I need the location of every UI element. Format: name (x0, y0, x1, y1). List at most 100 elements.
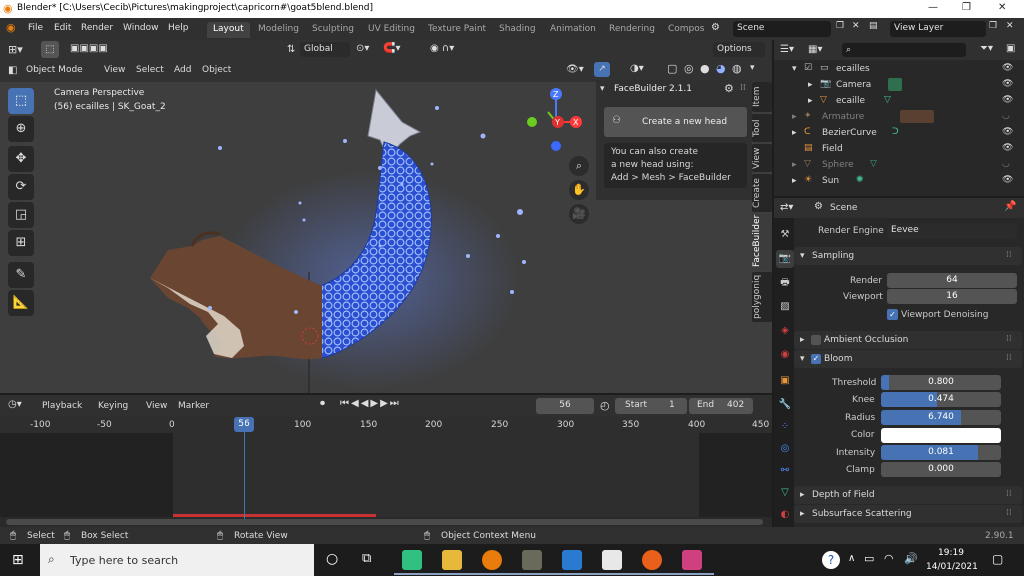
outliner-editor-icon[interactable]: ☰▾ (780, 44, 794, 55)
shading-options-icon[interactable]: ▾ (750, 63, 755, 73)
tray-chevron-icon[interactable]: ∧ (848, 553, 855, 564)
cursor-tool[interactable]: ⊕ (8, 116, 34, 142)
tab-shading[interactable]: Shading (493, 22, 542, 38)
eye-icon[interactable]: 👁 (1002, 143, 1013, 153)
sampling-panel-header[interactable]: ▾ Sampling ⁞⁞ (794, 247, 1022, 265)
tablet-icon[interactable]: ▭ (864, 552, 874, 565)
eye-icon[interactable]: 👁 (1002, 79, 1013, 89)
new-collection-icon[interactable]: ▣ (1006, 43, 1015, 54)
clamp-field[interactable]: 0.000 (881, 462, 1001, 477)
sidebar-tab-view[interactable]: View (752, 144, 772, 172)
panel-collapse-icon[interactable]: ▾ (600, 84, 605, 94)
options-dropdown[interactable]: Options (713, 42, 765, 57)
task-view-icon[interactable]: ⧉ (362, 551, 371, 566)
expand-icon[interactable]: ▾ (792, 64, 797, 74)
delete-scene-icon[interactable]: ✕ (852, 21, 860, 31)
pivot-point-icon[interactable]: ⊙▾ (356, 43, 369, 54)
knee-slider[interactable]: 0.474 (881, 392, 1001, 407)
ambient-occlusion-panel-header[interactable]: ▸ Ambient Occlusion ⁞⁞ (794, 331, 1022, 349)
timeline-editor[interactable]: ◷▾ Playback Keying View Marker ⏺ ⏮◀◀▶▶⏭ … (0, 395, 772, 527)
gizmo-toggle-icon[interactable]: ↗ (594, 62, 610, 77)
tab-compositing[interactable]: Compos (662, 22, 710, 38)
menu-render[interactable]: Render (81, 23, 113, 33)
timeline-frame-range[interactable] (173, 433, 699, 517)
select-box-tool[interactable]: ⬚ (8, 88, 34, 114)
output-tab-icon[interactable]: 🖶 (776, 274, 794, 292)
particles-tab-icon[interactable]: ⁘ (776, 418, 794, 436)
sidebar-tab-polygoniq[interactable]: polygoniq (752, 272, 772, 322)
tool-tab-icon[interactable]: ⚒ (776, 226, 794, 244)
gizmo-z-neg[interactable] (551, 141, 561, 151)
threshold-slider[interactable]: 0.800 (881, 375, 1001, 390)
expand-icon[interactable]: ▸ (792, 160, 797, 170)
timeline-ruler[interactable]: -100 -50 0 56 100 150 200 250 300 350 40… (0, 417, 772, 433)
data-tab-icon[interactable]: ▽ (776, 484, 794, 502)
shading-rendered-icon[interactable]: ◍ (732, 62, 742, 75)
viewport-samples-field[interactable]: 16 (887, 289, 1017, 304)
notifications-icon[interactable]: ▢ (992, 552, 1003, 566)
outliner-row[interactable]: ▸ 📷 Camera 👁 (774, 77, 1024, 93)
help-icon[interactable]: ? (822, 551, 840, 569)
camera-data-icon[interactable] (888, 78, 902, 91)
scene-tab-icon[interactable]: ◈ (776, 322, 794, 340)
outliner-search-input[interactable]: ⌕ (842, 43, 966, 57)
new-scene-icon[interactable]: ❐ (836, 21, 844, 31)
zoom-icon[interactable]: ⌕ (569, 156, 589, 176)
tab-texture-paint[interactable]: Texture Paint (422, 22, 492, 38)
properties-editor-icon[interactable]: ⇄▾ (780, 202, 793, 213)
cortana-icon[interactable]: ○ (326, 551, 338, 567)
object-tab-icon[interactable]: ▣ (776, 372, 794, 390)
expand-icon[interactable]: ▸ (808, 80, 813, 90)
expand-icon[interactable]: ▸ (808, 96, 813, 106)
object-mode-dropdown[interactable]: Object Mode (22, 63, 96, 78)
playback-controls-icon[interactable]: ⏮◀◀▶▶⏭ (340, 398, 401, 409)
outliner-row[interactable]: ▾ ☑ ▭ ecailles 👁 (774, 61, 1024, 77)
rotate-tool[interactable]: ⟳ (8, 174, 34, 200)
end-frame-field[interactable]: End 402 (689, 398, 753, 414)
display-mode-icon[interactable]: ▦▾ (808, 44, 822, 55)
shading-solid-icon[interactable]: ● (700, 62, 710, 75)
timeline-scrollbar[interactable] (6, 519, 763, 525)
filter-icon[interactable]: ⏷▾ (980, 43, 993, 54)
shading-wireframe-icon[interactable]: ◎ (684, 62, 694, 75)
material-tab-icon[interactable]: ◐ (776, 506, 794, 524)
timeline-editor-icon[interactable]: ◷▾ (8, 399, 22, 410)
vscode-icon[interactable] (562, 550, 582, 570)
gizmo-y-axis[interactable] (527, 117, 537, 127)
scene-selector[interactable]: Scene (733, 21, 831, 37)
notepad-app-icon[interactable] (602, 550, 622, 570)
menu-edit[interactable]: Edit (54, 23, 71, 33)
drag-handle-icon[interactable]: ⁞⁞ (1006, 508, 1012, 518)
bloom-color-swatch[interactable] (881, 428, 1001, 443)
intensity-slider[interactable]: 0.081 (881, 445, 1001, 460)
tab-layout[interactable]: Layout (207, 22, 250, 38)
xray-icon[interactable]: ▢ (667, 62, 677, 75)
visibility-icon[interactable]: 👁▾ (566, 64, 584, 75)
tab-rendering[interactable]: Rendering (603, 22, 661, 38)
camera-view-icon[interactable]: 🎥 (569, 204, 589, 224)
game-app-icon[interactable] (522, 550, 542, 570)
new-view-layer-icon[interactable]: ❐ (989, 21, 997, 31)
record-icon[interactable]: ⏺ (320, 398, 325, 409)
eye-icon[interactable]: 👁 (1002, 63, 1013, 73)
timeline-menu-view[interactable]: View (146, 401, 167, 411)
menu-file[interactable]: File (28, 23, 43, 33)
viewport-menu-view[interactable]: View (104, 65, 125, 75)
scale-tool[interactable]: ◲ (8, 202, 34, 228)
pan-hand-icon[interactable]: ✋ (569, 180, 589, 200)
annotate-tool[interactable]: ✎ (8, 262, 34, 288)
expand-icon[interactable]: ▸ (792, 176, 797, 186)
timeline-menu-marker[interactable]: Marker (178, 401, 209, 411)
world-tab-icon[interactable]: ◉ (776, 346, 794, 364)
subsurface-panel-header[interactable]: ▸ Subsurface Scattering ⁞⁞ (794, 505, 1022, 523)
windows-start-icon[interactable]: ⊞ (12, 552, 24, 568)
proportional-editing-icon[interactable]: ◉ ∩▾ (430, 43, 454, 54)
outliner-row[interactable]: ▸ ᑕ BezierCurve ᑐ 👁 (774, 125, 1024, 141)
viewport-menu-select[interactable]: Select (136, 65, 164, 75)
sidebar-tab-create[interactable]: Create (752, 174, 772, 212)
snapping-icon[interactable]: 🧲▾ (383, 43, 400, 54)
eye-icon[interactable]: 👁 (1002, 175, 1013, 185)
view-layer-tab-icon[interactable]: ▨ (776, 298, 794, 316)
editor-type-icon[interactable]: ⊞▾ (8, 43, 23, 56)
eye-hidden-icon[interactable]: ◡ (1002, 159, 1010, 169)
